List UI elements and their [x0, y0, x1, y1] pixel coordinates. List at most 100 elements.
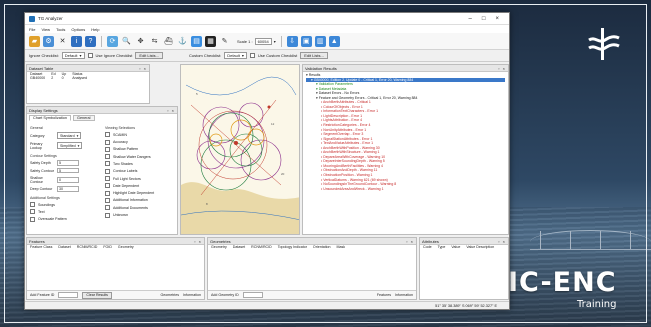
maximize-icon[interactable]: □	[482, 16, 486, 22]
panel-title: Validation Results	[305, 65, 337, 71]
scale-input[interactable]: 60054	[254, 37, 272, 45]
use-ignore-label: Use Ignore Checklist	[95, 53, 133, 58]
tree-item-label: SignalStationAttributes - Error 1	[323, 136, 373, 141]
primary-lookup-select[interactable]: Simplified ▾	[57, 142, 83, 150]
edit-lists-button[interactable]: Edit Lists...	[135, 52, 163, 59]
measure-icon[interactable]: ⇆	[149, 36, 160, 47]
use-ignore-checkbox[interactable]	[87, 53, 93, 58]
settings-icon[interactable]: ⚙	[43, 35, 54, 47]
safety-contour-input[interactable]: 5	[57, 167, 79, 174]
col-value-description[interactable]: Value Description	[463, 245, 497, 249]
toolbar: ▰ ⚙ ✕ i ? ⟳ 🔍 ✥ ⇆ ⛴ ⚓ ▤ ▦ ✎ Scale 1 : 60…	[25, 33, 509, 50]
deep-contour-input[interactable]: 30	[57, 186, 79, 192]
menu-file[interactable]: File	[29, 27, 35, 32]
table-icon[interactable]: ▥	[314, 35, 326, 47]
tree-item[interactable]: • UnsoundedAreaAndWreck - Warning 1	[306, 187, 505, 192]
custom-checklist-select[interactable]: Default ▾	[224, 52, 247, 59]
tab-geometries[interactable]: Geometries	[160, 293, 179, 297]
text-checkbox[interactable]	[30, 209, 35, 215]
viewing-checkbox[interactable]	[105, 132, 110, 138]
category-select[interactable]: Standard ▾	[57, 132, 82, 140]
col-rcnm[interactable]: RCNM/RCID	[248, 245, 275, 249]
brush-icon[interactable]: ✎	[219, 36, 230, 47]
zoom-icon[interactable]: 🔍	[121, 36, 132, 47]
panel-close-icon[interactable]: ▫ ×	[498, 66, 506, 71]
panel-close-icon[interactable]: ▫ ×	[498, 239, 506, 244]
col-rcnm[interactable]: RCNM/RCID	[74, 245, 101, 249]
scale-control: Scale 1 : 60054 ▾	[237, 37, 276, 45]
col-topology[interactable]: Topology Indicator	[275, 245, 310, 249]
viewing-checkbox[interactable]	[105, 212, 110, 218]
table-row[interactable]: GB40000 2 0 Analysed	[27, 76, 90, 80]
tab-chart-symbolization[interactable]: Chart Symbolization	[29, 115, 71, 121]
panel-close-icon[interactable]: ▫ ×	[406, 239, 414, 244]
feature-id-input[interactable]	[58, 292, 79, 298]
col-code[interactable]: Code	[420, 245, 435, 249]
panel-close-icon[interactable]: ▫ ×	[167, 108, 175, 113]
viewing-checkbox[interactable]	[105, 154, 110, 160]
attributes-panel: Attributes ▫ × Code Type Value Value Desc…	[419, 237, 509, 300]
clear-results-button[interactable]: Clear Results	[82, 291, 112, 299]
menu-options[interactable]: Options	[71, 27, 85, 32]
viewing-checkbox[interactable]	[105, 183, 110, 189]
viewing-section-title: Viewing Selections	[105, 126, 136, 130]
menu-tools[interactable]: Tools	[56, 27, 65, 32]
open-folder-icon[interactable]: ▰	[29, 35, 40, 47]
viewing-checkbox[interactable]	[105, 205, 110, 211]
viewing-checkbox[interactable]	[105, 197, 110, 203]
grid-icon[interactable]: ▦	[205, 35, 216, 47]
use-custom-checkbox[interactable]	[249, 53, 255, 58]
viewing-checkbox[interactable]	[105, 161, 110, 167]
shallow-contour-input[interactable]: 0	[57, 177, 79, 183]
panel-close-icon[interactable]: ▫ ×	[139, 66, 147, 71]
tree-item-label: Results	[308, 73, 321, 77]
info-icon[interactable]: i	[71, 35, 82, 47]
ignore-checklist-select[interactable]: Default ▾	[61, 52, 85, 59]
col-value[interactable]: Value	[448, 245, 463, 249]
refresh-icon[interactable]: ⟳	[107, 35, 118, 47]
viewing-checkbox[interactable]	[105, 190, 110, 196]
chart-canvas[interactable]: 512820	[181, 65, 300, 235]
minimize-icon[interactable]: –	[469, 16, 472, 22]
tab-general[interactable]: General	[72, 115, 95, 121]
viewing-checkbox[interactable]	[105, 139, 110, 145]
tree-item-label: AnchBerthWithPosition - Warning 30	[323, 145, 380, 150]
export-icon[interactable]: ⇩	[286, 35, 298, 47]
buoy-icon[interactable]: ⚓	[177, 36, 188, 47]
help-icon[interactable]: ?	[85, 35, 96, 47]
tab-information[interactable]: Information	[183, 293, 201, 297]
chart-icon[interactable]: ▲	[328, 35, 340, 47]
geometry-id-input[interactable]	[242, 292, 263, 298]
viewing-checkbox[interactable]	[105, 176, 110, 182]
col-geometry[interactable]: Geometry	[208, 245, 230, 249]
col-type[interactable]: Type	[435, 245, 449, 249]
col-dataset[interactable]: Dataset	[55, 245, 73, 249]
delete-icon[interactable]: ✕	[57, 36, 68, 47]
col-geometry[interactable]: Geometry	[115, 245, 137, 249]
col-mask[interactable]: Mask	[334, 245, 349, 249]
layers-icon[interactable]: ▤	[191, 35, 202, 47]
tab-features[interactable]: Features	[377, 293, 391, 297]
ship-icon[interactable]: ⛴	[163, 36, 174, 47]
edit-lists-button-2[interactable]: Edit Lists...	[300, 52, 328, 59]
menu-view[interactable]: View	[41, 27, 50, 32]
viewing-checkbox[interactable]	[105, 146, 110, 152]
panel-close-icon[interactable]: ▫ ×	[194, 239, 202, 244]
overscale-checkbox[interactable]	[30, 216, 35, 222]
tab-information[interactable]: Information	[395, 293, 413, 297]
col-orientation[interactable]: Orientation	[310, 245, 334, 249]
close-icon[interactable]: ×	[495, 16, 499, 22]
tree-item-label: RestrictionCategories - Error 4	[323, 123, 371, 128]
report-icon[interactable]: ▣	[300, 35, 312, 47]
menu-help[interactable]: Help	[91, 27, 99, 32]
safety-depth-input[interactable]: 5	[57, 160, 79, 166]
checklist-bar: Ignore Checklist: Default ▾ Use Ignore Ch…	[25, 50, 509, 62]
pan-icon[interactable]: ✥	[135, 36, 146, 47]
col-foid[interactable]: FOID	[100, 245, 115, 249]
chart-view[interactable]: 5 12 8 20	[180, 64, 300, 235]
viewing-checkbox[interactable]	[105, 168, 110, 174]
col-feature-class[interactable]: Feature Class	[27, 245, 55, 249]
chevron-down-icon[interactable]: ▾	[274, 39, 276, 44]
soundings-checkbox[interactable]	[30, 202, 35, 208]
col-dataset[interactable]: Dataset	[230, 245, 248, 249]
